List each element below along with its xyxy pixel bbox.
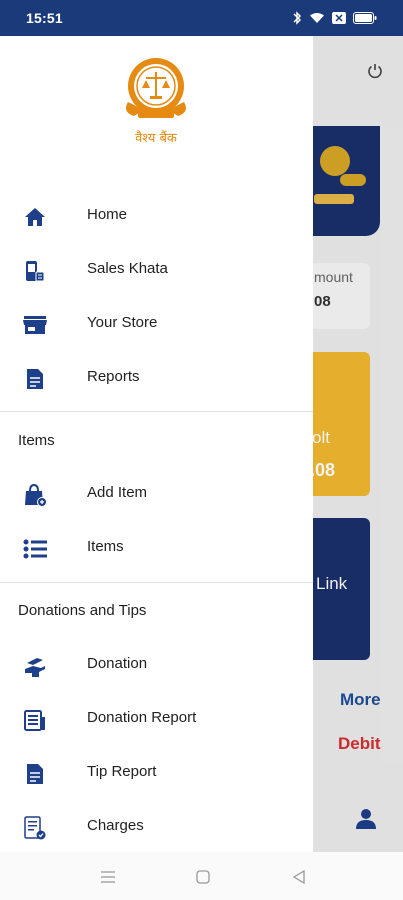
menu-item-add-item[interactable]: Add Item xyxy=(0,466,313,520)
home-nav-icon[interactable] xyxy=(193,867,213,887)
menu-item-charges[interactable]: Charges xyxy=(0,799,313,852)
donation-report-icon xyxy=(23,708,47,732)
sales-khata-icon xyxy=(23,259,47,283)
tip-report-icon xyxy=(23,762,47,786)
recent-apps-icon[interactable] xyxy=(98,867,118,887)
menu-item-label: Sales Khata xyxy=(87,260,168,277)
menu-item-label: Charges xyxy=(87,817,144,834)
menu-item-home[interactable]: Home xyxy=(0,188,313,242)
add-item-icon xyxy=(23,483,47,507)
menu-item-label: Add Item xyxy=(87,484,148,501)
menu-item-reports[interactable]: Reports xyxy=(0,350,313,404)
menu-item-label: Reports xyxy=(87,368,140,385)
menu-item-donation-report[interactable]: Donation Report xyxy=(0,691,313,745)
wifi-icon xyxy=(310,13,324,23)
section-title-donations: Donations and Tips xyxy=(18,602,147,619)
divider xyxy=(0,411,313,412)
status-icons xyxy=(292,11,377,25)
status-time: 15:51 xyxy=(26,10,63,26)
section-title-items: Items xyxy=(18,432,55,449)
report-icon xyxy=(23,367,47,391)
sim-icon xyxy=(332,12,346,24)
bank-logo-text: वैश्य बैंक xyxy=(135,131,177,146)
menu-item-label: Home xyxy=(87,206,128,223)
navigation-drawer: वैश्य बैंक Home Sales Khata Your Store R… xyxy=(0,36,313,852)
divider xyxy=(0,582,313,583)
back-nav-icon[interactable] xyxy=(289,867,309,887)
battery-icon xyxy=(353,12,377,24)
menu-item-items[interactable]: Items xyxy=(0,520,313,574)
bank-emblem-icon xyxy=(126,58,186,118)
home-icon xyxy=(23,205,47,229)
menu-item-sales-khata[interactable]: Sales Khata xyxy=(0,242,313,296)
menu-item-donation[interactable]: Donation xyxy=(0,637,313,691)
bluetooth-icon xyxy=(293,11,302,25)
store-icon xyxy=(23,313,47,337)
menu-item-label: Items xyxy=(87,538,124,555)
menu-item-label: Your Store xyxy=(87,314,158,331)
menu-item-label: Donation xyxy=(87,655,148,672)
menu-item-label: Tip Report xyxy=(87,763,157,780)
menu-item-tip-report[interactable]: Tip Report xyxy=(0,745,313,799)
list-icon xyxy=(23,537,47,561)
donation-icon xyxy=(23,654,47,678)
system-nav-bar xyxy=(0,852,403,900)
status-bar: 15:51 xyxy=(0,0,403,36)
charges-icon xyxy=(23,816,47,840)
menu-item-your-store[interactable]: Your Store xyxy=(0,296,313,350)
bank-logo: वैश्य बैंक xyxy=(120,50,192,146)
menu-item-label: Donation Report xyxy=(87,709,197,726)
